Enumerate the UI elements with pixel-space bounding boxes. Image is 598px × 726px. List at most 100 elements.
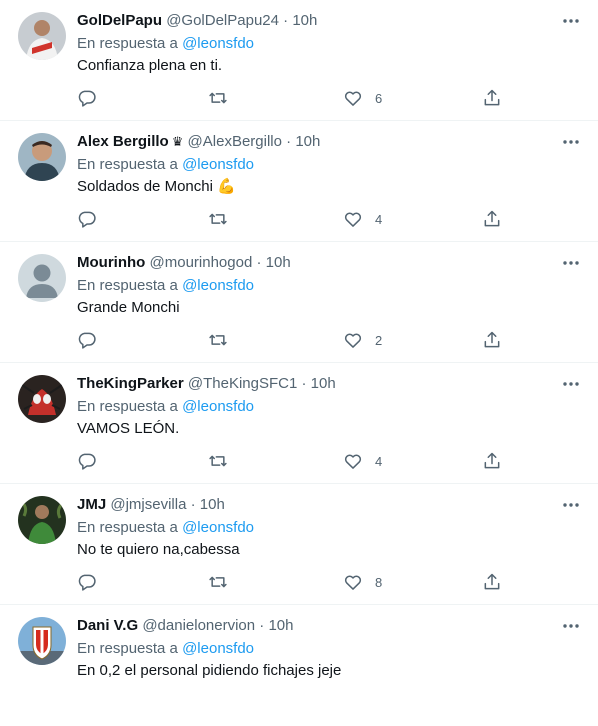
author-handle[interactable]: @AlexBergillo bbox=[188, 133, 282, 150]
tweet-text: Soldados de Monchi 💪 bbox=[77, 178, 236, 195]
separator-dot: · bbox=[190, 496, 200, 513]
reply-mention[interactable]: @leonsfdo bbox=[182, 277, 254, 294]
reply-button[interactable] bbox=[77, 208, 97, 230]
avatar[interactable] bbox=[18, 12, 66, 60]
tweet[interactable]: GolDelPapu @GolDelPapu24 · 10h En respue… bbox=[0, 0, 598, 121]
tweet-text: Grande Monchi bbox=[77, 299, 180, 316]
tweet[interactable]: JMJ @jmjsevilla · 10h En respuesta a @le… bbox=[0, 484, 598, 605]
like-count: 2 bbox=[375, 332, 383, 348]
tweet-time[interactable]: 10h bbox=[266, 254, 291, 271]
like-button[interactable]: 4 bbox=[343, 208, 382, 230]
author-name[interactable]: TheKingParker bbox=[77, 375, 184, 392]
author-handle[interactable]: @danielonervion bbox=[142, 617, 255, 634]
author-handle[interactable]: @mourinhogod bbox=[150, 254, 253, 271]
like-button[interactable]: 6 bbox=[343, 87, 382, 109]
retweet-button[interactable] bbox=[207, 450, 229, 472]
reply-context: En respuesta a @leonsfdo bbox=[77, 276, 254, 296]
more-icon[interactable] bbox=[560, 374, 582, 394]
tweet-time[interactable]: 10h bbox=[292, 12, 317, 29]
share-icon bbox=[484, 89, 500, 106]
reply-icon bbox=[78, 574, 96, 591]
avatar[interactable] bbox=[18, 375, 66, 423]
more-icon[interactable] bbox=[560, 11, 582, 31]
tweet-header: Alex Bergillo ♛ @AlexBergillo · 10h bbox=[77, 132, 538, 152]
reply-context: En respuesta a @leonsfdo bbox=[77, 639, 254, 659]
like-button[interactable]: 2 bbox=[343, 329, 382, 351]
tweet-header: JMJ @jmjsevilla · 10h bbox=[77, 495, 538, 515]
like-icon bbox=[344, 91, 362, 106]
more-icon[interactable] bbox=[560, 132, 582, 152]
retweet-button[interactable] bbox=[207, 87, 229, 109]
author-name[interactable]: Dani V.G bbox=[77, 617, 138, 634]
retweet-button[interactable] bbox=[207, 329, 229, 351]
reply-icon bbox=[78, 211, 96, 228]
action-bar: 4 bbox=[77, 450, 598, 472]
like-icon bbox=[344, 333, 362, 348]
action-bar: 2 bbox=[77, 329, 598, 351]
like-button[interactable]: 8 bbox=[343, 571, 382, 593]
author-handle[interactable]: @TheKingSFC1 bbox=[188, 375, 297, 392]
reply-button[interactable] bbox=[77, 329, 97, 351]
share-button[interactable] bbox=[482, 450, 502, 472]
reply-prefix: En respuesta a bbox=[77, 398, 178, 415]
reply-mention[interactable]: @leonsfdo bbox=[182, 519, 254, 536]
like-icon bbox=[344, 212, 362, 227]
reply-prefix: En respuesta a bbox=[77, 519, 178, 536]
tweet-time[interactable]: 10h bbox=[295, 133, 320, 150]
more-icon[interactable] bbox=[560, 616, 582, 636]
retweet-button[interactable] bbox=[207, 571, 229, 593]
action-bar: 8 bbox=[77, 571, 598, 593]
tweet-time[interactable]: 10h bbox=[311, 375, 336, 392]
author-name[interactable]: Alex Bergillo bbox=[77, 133, 169, 150]
tweet[interactable]: Mourinho @mourinhogod · 10h En respuesta… bbox=[0, 242, 598, 363]
avatar[interactable] bbox=[18, 254, 66, 302]
share-button[interactable] bbox=[482, 571, 502, 593]
tweet-text: No te quiero na,cabessa bbox=[77, 541, 240, 558]
reply-context: En respuesta a @leonsfdo bbox=[77, 155, 254, 175]
avatar[interactable] bbox=[18, 496, 66, 544]
reply-button[interactable] bbox=[77, 571, 97, 593]
crown-icon: ♛ bbox=[171, 134, 184, 149]
retweet-button[interactable] bbox=[207, 208, 229, 230]
reply-prefix: En respuesta a bbox=[77, 156, 178, 173]
tweet-header: Mourinho @mourinhogod · 10h bbox=[77, 253, 538, 273]
share-button[interactable] bbox=[482, 329, 502, 351]
avatar[interactable] bbox=[18, 617, 66, 665]
reply-button[interactable] bbox=[77, 450, 97, 472]
tweet[interactable]: TheKingParker @TheKingSFC1 · 10h En resp… bbox=[0, 363, 598, 484]
author-handle[interactable]: @jmjsevilla bbox=[110, 496, 186, 513]
share-icon bbox=[484, 452, 500, 469]
share-button[interactable] bbox=[482, 87, 502, 109]
reply-mention[interactable]: @leonsfdo bbox=[182, 156, 254, 173]
retweet-icon bbox=[209, 213, 227, 225]
tweet-text: En 0,2 el personal pidiendo fichajes jej… bbox=[77, 662, 342, 679]
tweet-time[interactable]: 10h bbox=[268, 617, 293, 634]
action-bar: 4 bbox=[77, 208, 598, 230]
reply-mention[interactable]: @leonsfdo bbox=[182, 35, 254, 52]
reply-button[interactable] bbox=[77, 87, 97, 109]
reply-mention[interactable]: @leonsfdo bbox=[182, 398, 254, 415]
tweet-time[interactable]: 10h bbox=[200, 496, 225, 513]
tweet[interactable]: Dani V.G @danielonervion · 10h En respue… bbox=[0, 605, 598, 726]
author-name[interactable]: JMJ bbox=[77, 496, 106, 513]
like-button[interactable]: 4 bbox=[343, 450, 382, 472]
separator-dot: · bbox=[301, 375, 311, 392]
reply-context: En respuesta a @leonsfdo bbox=[77, 397, 254, 417]
like-count: 4 bbox=[375, 211, 383, 227]
like-count: 6 bbox=[375, 90, 383, 106]
reply-mention[interactable]: @leonsfdo bbox=[182, 640, 254, 657]
author-name[interactable]: GolDelPapu bbox=[77, 12, 162, 29]
separator-dot: · bbox=[286, 133, 296, 150]
avatar[interactable] bbox=[18, 133, 66, 181]
more-icon[interactable] bbox=[560, 253, 582, 273]
like-count: 4 bbox=[375, 453, 383, 469]
tweet-text: Confianza plena en ti. bbox=[77, 57, 223, 74]
reply-prefix: En respuesta a bbox=[77, 277, 178, 294]
author-handle[interactable]: @GolDelPapu24 bbox=[166, 12, 279, 29]
more-icon[interactable] bbox=[560, 495, 582, 515]
author-name[interactable]: Mourinho bbox=[77, 254, 145, 271]
share-button[interactable] bbox=[482, 208, 502, 230]
tweet[interactable]: Alex Bergillo ♛ @AlexBergillo · 10h En re… bbox=[0, 121, 598, 242]
like-icon bbox=[344, 454, 362, 469]
share-icon bbox=[484, 210, 500, 227]
